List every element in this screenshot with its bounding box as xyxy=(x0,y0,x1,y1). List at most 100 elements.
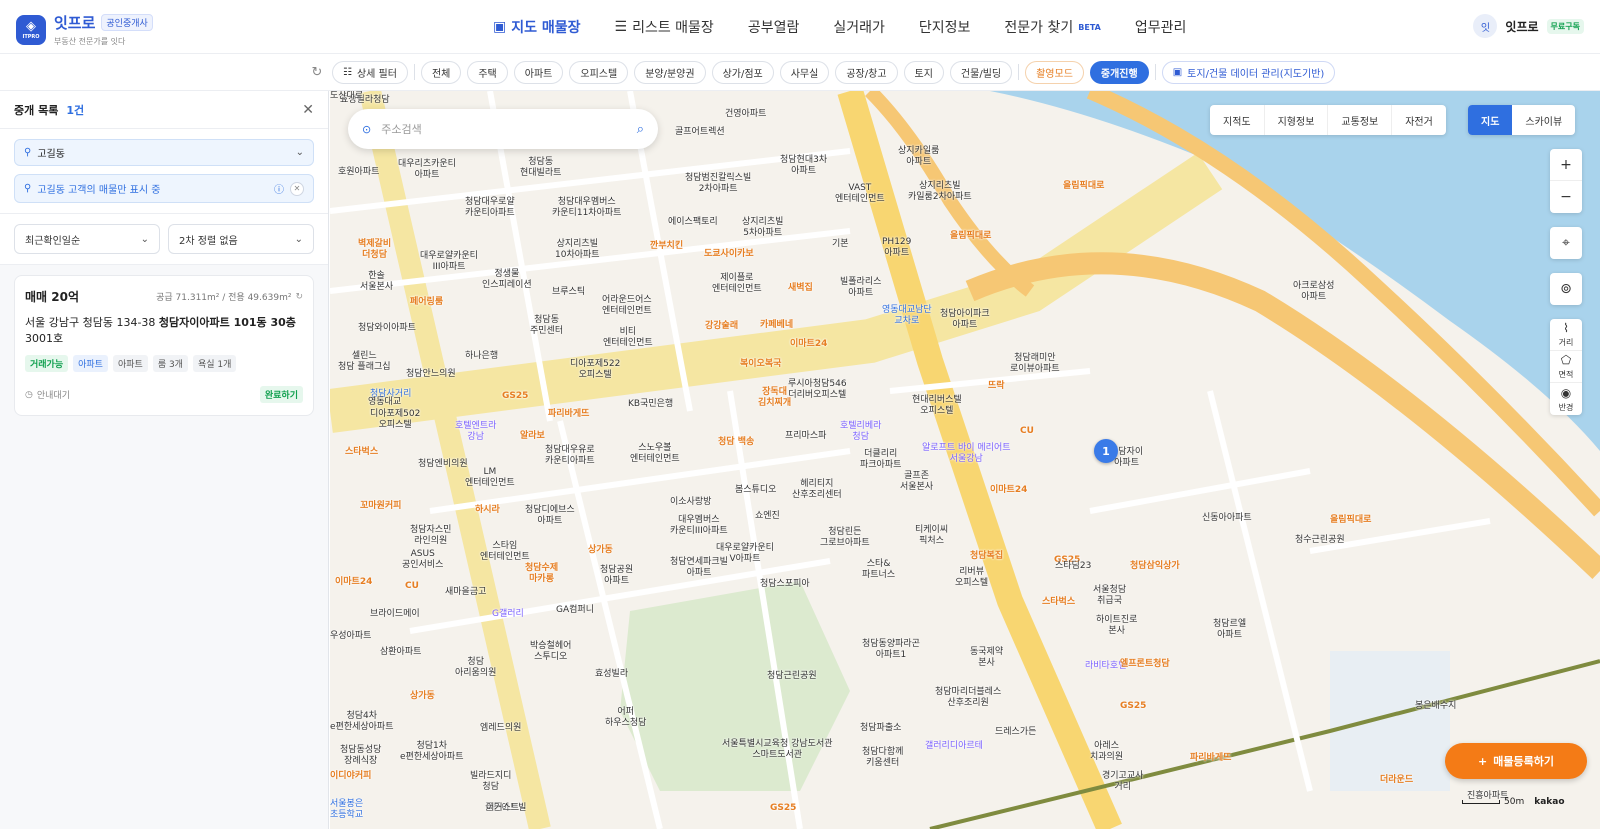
map-label[interactable]: 페어링룸 xyxy=(410,297,443,308)
map-label[interactable]: 청담대우로얄 카운티아파트 xyxy=(465,197,515,219)
map-label[interactable]: 건영아파트 xyxy=(725,109,766,120)
map-label[interactable]: 박승철헤어 스투디오 xyxy=(530,641,571,663)
map-label[interactable]: 청담와이아파트 xyxy=(358,323,416,334)
map-label[interactable]: 에이스팩토리 xyxy=(668,217,718,228)
map-label[interactable]: 꼬마원커피 xyxy=(360,501,401,512)
crosshair-icon[interactable]: ⌖ xyxy=(1550,227,1582,259)
map-label[interactable]: 스타벅스 xyxy=(1042,597,1075,608)
map-label[interactable]: 상가동 xyxy=(588,545,613,556)
map-label[interactable]: CU xyxy=(405,581,419,592)
map-label[interactable]: 서울청담 취급국 xyxy=(1093,585,1126,607)
map-label[interactable]: 이마트24 xyxy=(335,577,372,588)
filter-chip-factory[interactable]: 공장/창고 xyxy=(835,60,898,84)
filter-chip-presale[interactable]: 분양/분양권 xyxy=(634,60,706,84)
map-label[interactable]: KB국민은행 xyxy=(628,399,673,410)
map-label[interactable]: 청담래미안 로이뷰아파트 xyxy=(1010,353,1060,375)
map-label[interactable]: 하나은행 xyxy=(465,351,498,362)
nav-complex-info[interactable]: 단지정보 xyxy=(902,0,988,54)
map-label[interactable]: 효성빌라 xyxy=(595,669,628,680)
map-label[interactable]: 청담마리더블레스 산후조리원 xyxy=(935,687,1001,709)
map-label[interactable]: 루시아청담546 더리버오피스텔 xyxy=(788,379,847,401)
nav-real-transactions[interactable]: 실거래가 xyxy=(816,0,902,54)
map-label[interactable]: GS25 xyxy=(1120,701,1146,712)
clear-icon[interactable]: ✕ xyxy=(290,181,304,196)
map-label[interactable]: 청담 아리움의원 xyxy=(455,657,496,679)
filter-chip-officetel[interactable]: 오피스텔 xyxy=(569,60,629,84)
map-label[interactable]: 상지카일룸 아파트 xyxy=(898,146,939,168)
map-label[interactable]: 이소사랑방 xyxy=(670,497,711,508)
nav-work-management[interactable]: 업무관리 xyxy=(1118,0,1204,54)
search-icon[interactable]: ⌕ xyxy=(637,122,644,137)
map-label[interactable]: 청담동 주민센터 xyxy=(530,315,563,337)
map-label[interactable]: 브라이드메이 xyxy=(370,609,420,620)
logo[interactable]: ◈ ITPRO 잇프로 공인중개사 부동산 전문가를 잇다 xyxy=(16,12,153,47)
map-label[interactable]: 올림픽대로 xyxy=(1063,181,1104,192)
map-label[interactable]: 경기고교사 거리 xyxy=(1102,771,1143,793)
map-label[interactable]: 쇼엔진 xyxy=(755,511,780,522)
map-label[interactable]: 프리마스파 xyxy=(785,431,826,442)
filter-chip-land[interactable]: 토지 xyxy=(903,60,944,84)
map-label[interactable]: 헤리티지 산후조리센터 xyxy=(792,479,842,501)
user-menu[interactable]: 잇 잇프로 무료구독 xyxy=(1473,14,1584,38)
search-input[interactable]: 주소검색 xyxy=(381,121,421,137)
secondary-sort-select[interactable]: 2차 정렬 없음 ⌄ xyxy=(168,224,314,254)
map-label[interactable]: 청담자스민 라인의원 xyxy=(410,525,451,547)
map-label[interactable]: 현대리버스텔 오피스텔 xyxy=(912,395,962,417)
filter-chip-apartment[interactable]: 아파트 xyxy=(513,60,564,84)
map-label[interactable]: 셀린느 청담 플래그십 xyxy=(338,351,391,373)
map-label[interactable]: 청담연세파크빌 아파트 xyxy=(670,557,728,579)
map-label[interactable]: 뜨락 xyxy=(988,381,1005,392)
map-label[interactable]: 파리바게뜨 xyxy=(548,409,589,420)
complete-button[interactable]: 완료하기 xyxy=(259,386,303,403)
primary-sort-select[interactable]: 최근확인일순 ⌄ xyxy=(14,224,160,254)
map-label[interactable]: 제이플로 엔터테인먼트 xyxy=(712,273,762,295)
info-icon[interactable]: ⓘ xyxy=(274,181,284,196)
filter-chip-office[interactable]: 사무실 xyxy=(779,60,830,84)
map-label[interactable]: 청담1차 e편한세상아파트 xyxy=(400,741,464,763)
map-label[interactable]: GA컴퍼니 xyxy=(556,605,594,616)
map-label[interactable]: 호텔엔트라 강남 xyxy=(455,421,496,443)
map-label[interactable]: 복이오복국 xyxy=(740,359,781,370)
filter-chip-store[interactable]: 상가/점포 xyxy=(711,60,774,84)
layer-terrain[interactable]: 지형정보 xyxy=(1265,105,1329,135)
layer-bicycle[interactable]: 자전거 xyxy=(1392,105,1446,135)
nav-map-listings[interactable]: ▣ 지도 매물장 xyxy=(476,0,598,54)
map-label[interactable]: 엘프론트청담 xyxy=(1120,659,1170,670)
distance-tool[interactable]: ⌇ 거리 xyxy=(1550,319,1582,351)
layer-traffic[interactable]: 교통정보 xyxy=(1328,105,1393,135)
map-label[interactable]: 청담르엘 아파트 xyxy=(1213,619,1246,641)
map-label[interactable]: G갤러리 xyxy=(492,609,524,620)
map-label[interactable]: 하이트진로 본사 xyxy=(1096,615,1137,637)
map-label[interactable]: 갤러리디아르테 xyxy=(925,741,983,752)
map-label[interactable]: 서울특별시교육청 강남도서관 스마트도서관 xyxy=(722,739,833,761)
map-label[interactable]: CU xyxy=(1020,426,1034,437)
map-label[interactable]: 도산대로 xyxy=(330,91,363,102)
map-view[interactable]: 효성빌라청담 건영아파트 골프어트렉션 청담현대3차 아파트 상지카일룸 아파트 대우리츠… xyxy=(330,91,1600,829)
map-label[interactable]: 더클리리 파크아파트 xyxy=(860,449,901,471)
map-label[interactable]: 강강술래 xyxy=(705,321,738,332)
map-label[interactable]: VAST 엔터테인먼트 xyxy=(835,183,885,205)
map-label[interactable]: 청담범진칼릭스빌 2차아파트 xyxy=(685,173,751,195)
map-label[interactable]: 봉은배수지 xyxy=(1415,701,1456,712)
area-tool[interactable]: ⬠ 면적 xyxy=(1550,351,1582,383)
map-label[interactable]: 깐부치킨 xyxy=(650,241,683,252)
map-label[interactable]: 청담대우유로 카운티아파트 xyxy=(545,445,595,467)
map-label[interactable]: 어거스트 xyxy=(486,803,519,814)
map-label[interactable]: 호원아파트 xyxy=(338,167,379,178)
map-label[interactable]: 벽제갈비 더청담 xyxy=(358,239,391,261)
map-label[interactable]: 디아포제522 오피스텔 xyxy=(570,359,620,381)
map-label[interactable]: 청담삼익상가 xyxy=(1130,561,1180,572)
map-label[interactable]: 빌폴라리스 아파트 xyxy=(840,277,881,299)
map-label[interactable]: GS25 xyxy=(502,391,528,402)
map-label[interactable]: 청담파출소 xyxy=(860,723,901,734)
map-label[interactable]: 청담다함께 키움센터 xyxy=(862,747,903,769)
map-label[interactable]: 청담대우멤버스 카운티11차아파트 xyxy=(552,197,621,219)
map-label[interactable]: 우성아파트 xyxy=(330,631,371,642)
map-label[interactable]: 이마트24 xyxy=(790,339,827,350)
close-icon[interactable]: ✕ xyxy=(302,102,314,118)
map-label[interactable]: 청담엔비의원 xyxy=(418,459,468,470)
map-label[interactable]: 이디야커피 xyxy=(330,771,371,782)
map-label[interactable]: 서울봉은 초등학교 xyxy=(330,799,363,821)
map-label[interactable]: 어라운드어스 엔터테인먼트 xyxy=(602,295,652,317)
map-label[interactable]: 엠레드의원 xyxy=(480,723,521,734)
